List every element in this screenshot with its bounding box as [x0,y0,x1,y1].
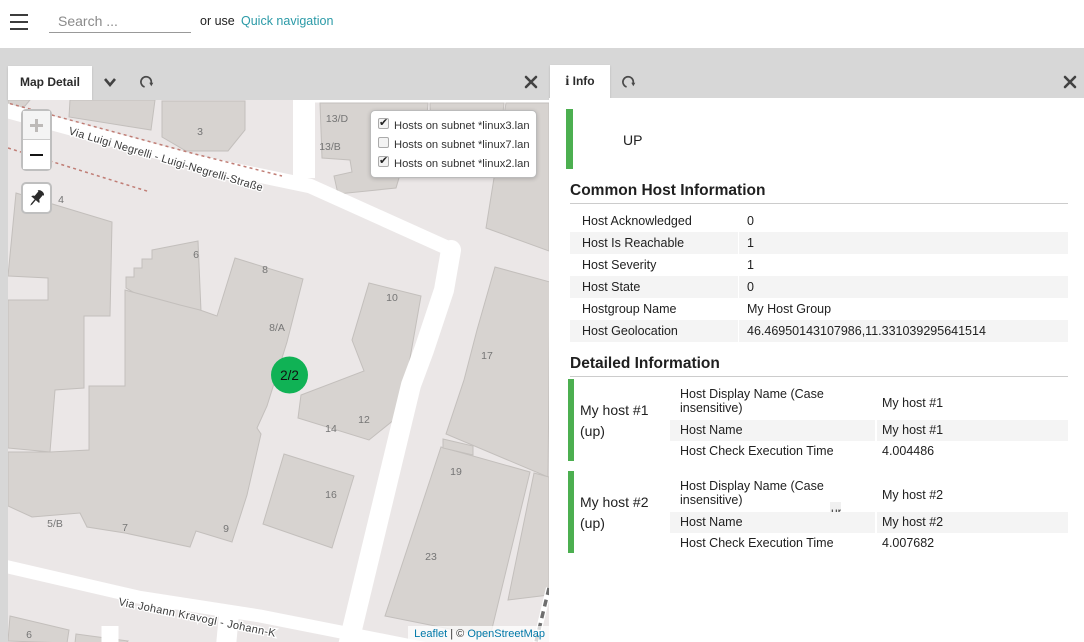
svg-text:3: 3 [197,126,203,138]
svg-text:6: 6 [26,629,32,641]
svg-text:2/2: 2/2 [280,368,299,383]
svg-text:7: 7 [122,522,128,534]
svg-text:16: 16 [325,489,337,501]
svg-text:10: 10 [386,292,398,304]
svg-text:13/B: 13/B [319,141,341,153]
svg-text:9: 9 [223,523,229,535]
svg-text:23: 23 [425,551,437,563]
svg-text:8/A: 8/A [269,322,285,334]
svg-text:14: 14 [325,423,337,435]
svg-text:12: 12 [358,414,370,426]
svg-text:8: 8 [262,264,268,276]
svg-text:19: 19 [450,466,462,478]
svg-text:4: 4 [58,194,64,206]
svg-text:13/D: 13/D [326,113,349,125]
svg-text:6: 6 [193,249,199,261]
svg-text:17: 17 [481,350,493,362]
svg-text:5/B: 5/B [47,518,63,530]
